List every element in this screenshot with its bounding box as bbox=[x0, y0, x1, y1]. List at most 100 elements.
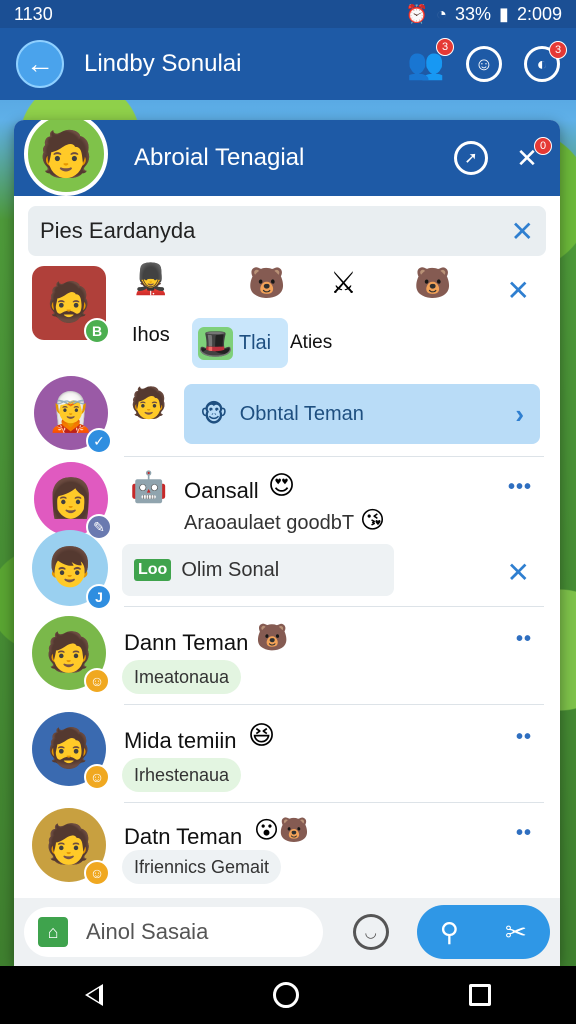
list-item[interactable]: 🧑 ☺ Datn Teman 😮🐻 Ifriennics Gemait •• bbox=[14, 806, 560, 900]
nav-home-button[interactable] bbox=[273, 982, 299, 1008]
close-icon: ✕ bbox=[506, 275, 530, 306]
friend-avatar: 👩 ✎ bbox=[34, 462, 112, 540]
back-button[interactable]: ← bbox=[16, 40, 64, 88]
close-icon: ✕ bbox=[506, 557, 530, 588]
battery-icon: ▮ bbox=[499, 3, 509, 24]
clear-search-icon[interactable]: ✕ bbox=[511, 215, 534, 248]
preview-tag: Loo bbox=[134, 559, 172, 581]
notifications-badge: 3 bbox=[549, 41, 567, 59]
notifications-button[interactable]: ◐ 3 bbox=[524, 41, 567, 82]
friend-tag: Imeatonaua bbox=[122, 660, 242, 694]
robot-icon: 🤖 bbox=[130, 471, 168, 504]
alarm-icon: ⏰ bbox=[405, 3, 429, 24]
friend-name: Ihos bbox=[132, 324, 170, 346]
friend-avatar: 🧔 ☺ bbox=[32, 712, 110, 790]
friend-status-badge: ✓ bbox=[86, 428, 112, 454]
search-field[interactable]: Pies Eardanyda ✕ bbox=[28, 206, 546, 256]
friend-tag: Irhestenaua bbox=[122, 758, 242, 792]
friend-avatar-2: 👦 J bbox=[32, 530, 112, 610]
friend-name: Dann Teman bbox=[124, 630, 249, 655]
friend-status-badge: ☺ bbox=[84, 668, 110, 694]
tools-icon[interactable]: ✂ bbox=[505, 917, 527, 948]
divider bbox=[124, 606, 544, 607]
action-buttons[interactable]: ⚲ ✂ bbox=[416, 905, 550, 959]
app-bar-actions: 👥 3 ☺ ◐ 3 bbox=[407, 38, 567, 82]
friend-name: Mida temiin bbox=[124, 728, 237, 753]
close-button[interactable]: ✕ 0 bbox=[510, 137, 552, 175]
divider bbox=[124, 802, 544, 803]
app-title: Lindby Sonulai bbox=[84, 50, 242, 77]
close-badge: 0 bbox=[534, 137, 552, 155]
friend-level-badge: B bbox=[84, 318, 110, 344]
friend-status-badge: ☺ bbox=[84, 860, 110, 886]
bear-icon: 🐻 bbox=[248, 267, 286, 300]
bubble-text: Tlai bbox=[238, 331, 272, 354]
person-icon: 🧑 bbox=[130, 387, 168, 420]
preview-text: Olim Sonal bbox=[181, 558, 280, 581]
panel-header: 🧑 Abroial Tenagial ➚ ✕ 0 bbox=[14, 120, 560, 196]
panel-title: Abroial Tenagial bbox=[134, 144, 305, 171]
bubble-tail-text: Aties bbox=[290, 332, 333, 353]
heart-eyes-icon: 😍 bbox=[268, 470, 296, 500]
add-friend-bubble[interactable]: 🐵 Obntal Teman › bbox=[184, 384, 540, 444]
kiss-face-icon: 😘 bbox=[360, 507, 386, 534]
more-options-button[interactable]: •• bbox=[516, 726, 532, 749]
list-item[interactable]: 🧔 B 💂 🐻 ⚔ 🐻 ✕ Ihos 🎩 Tlai Aties bbox=[14, 260, 560, 370]
wifi-icon: ◔ bbox=[436, 3, 448, 24]
chat-preview[interactable]: Loo Olim Sonal bbox=[122, 544, 394, 596]
chevron-right-icon: › bbox=[515, 398, 524, 429]
list-item[interactable]: 🧝 ✓ 🧑 🐵 Obntal Teman › bbox=[14, 372, 560, 458]
app-bar: ← Lindby Sonulai 👥 3 ☺ ◐ 3 bbox=[0, 28, 576, 100]
home-icon: ⌂ bbox=[38, 917, 68, 947]
friend-avatar: 🧔 B bbox=[32, 266, 110, 344]
nav-back-button[interactable] bbox=[85, 984, 103, 1006]
bear-face-icon: 🐻 bbox=[414, 267, 452, 300]
bottom-bar: ⌂ Ainol Sasaia ◡ ⚲ ✂ bbox=[14, 898, 560, 966]
more-options-button[interactable]: •• bbox=[516, 822, 532, 845]
friends-badge: 3 bbox=[436, 38, 454, 56]
battery-level: 33% bbox=[455, 3, 492, 24]
chat-input[interactable]: ⌂ Ainol Sasaia bbox=[24, 907, 323, 957]
divider bbox=[124, 704, 544, 705]
character-icon: 🎩 bbox=[198, 326, 233, 360]
headset-icon: ◡ bbox=[364, 923, 377, 940]
smiley-icon: ☺ bbox=[474, 53, 494, 74]
status-time: 1130 bbox=[14, 3, 53, 24]
monkey-icon: 🐵 bbox=[200, 400, 228, 428]
soldier-icon: 💂 bbox=[132, 263, 170, 296]
friend-status-text: Araoaulaet goodbT bbox=[184, 512, 355, 534]
list-item[interactable]: 🧑 ☺ Dann Teman 🐻 Imeatonaua •• bbox=[14, 610, 560, 704]
system-nav-bar bbox=[0, 966, 576, 1024]
profile-avatar[interactable]: 🧑 bbox=[24, 120, 108, 196]
friend-name: Datn Teman bbox=[124, 824, 243, 849]
laughing-face-icon: 😆 bbox=[248, 720, 276, 750]
status-clock: 2:009 bbox=[516, 3, 562, 24]
voice-chat-button[interactable]: ◡ bbox=[352, 914, 389, 950]
refresh-icon: ◐ bbox=[536, 53, 548, 74]
friend-avatar: 🧑 ☺ bbox=[32, 616, 110, 694]
search-input[interactable]: Pies Eardanyda bbox=[40, 218, 511, 244]
emoji-button[interactable]: ☺ bbox=[466, 46, 502, 82]
friend-avatar: 🧑 ☺ bbox=[32, 808, 110, 886]
compass-icon: ➚ bbox=[464, 150, 478, 167]
emoji-bear-icon: 🐻 bbox=[256, 622, 289, 652]
friend-level-badge: J bbox=[86, 584, 112, 610]
list-item[interactable]: 🧔 ☺ Mida temiin 😆 Irhestenaua •• bbox=[14, 708, 560, 802]
friend-tag: Ifriennics Gemait bbox=[122, 850, 282, 884]
nav-recents-button[interactable] bbox=[469, 984, 491, 1006]
friend-name: Oansall bbox=[184, 478, 259, 503]
chat-bubble[interactable]: 🎩 Tlai bbox=[192, 318, 288, 368]
compass-button[interactable]: ➚ bbox=[454, 141, 488, 175]
dismiss-button[interactable]: ✕ bbox=[507, 556, 530, 589]
arrow-left-icon: ← bbox=[26, 48, 54, 79]
divider bbox=[124, 456, 544, 457]
friends-button[interactable]: 👥 3 bbox=[407, 38, 454, 82]
emoji-bear-icon: 😮🐻 bbox=[254, 817, 309, 844]
more-options-button[interactable]: ••• bbox=[508, 476, 532, 499]
list-item[interactable]: 👩 ✎ 👦 J 🤖 Oansall 😍 Araoaulaet goodbT 😘 … bbox=[14, 460, 560, 610]
search-icon[interactable]: ⚲ bbox=[440, 917, 459, 948]
friends-panel: 🧑 Abroial Tenagial ➚ ✕ 0 Pies Eardanyda … bbox=[14, 120, 560, 966]
status-right: ⏰ ◔ 33% ▮ 2:009 bbox=[406, 4, 562, 25]
more-options-button[interactable]: •• bbox=[516, 628, 532, 651]
dismiss-button[interactable]: ✕ bbox=[507, 274, 530, 307]
